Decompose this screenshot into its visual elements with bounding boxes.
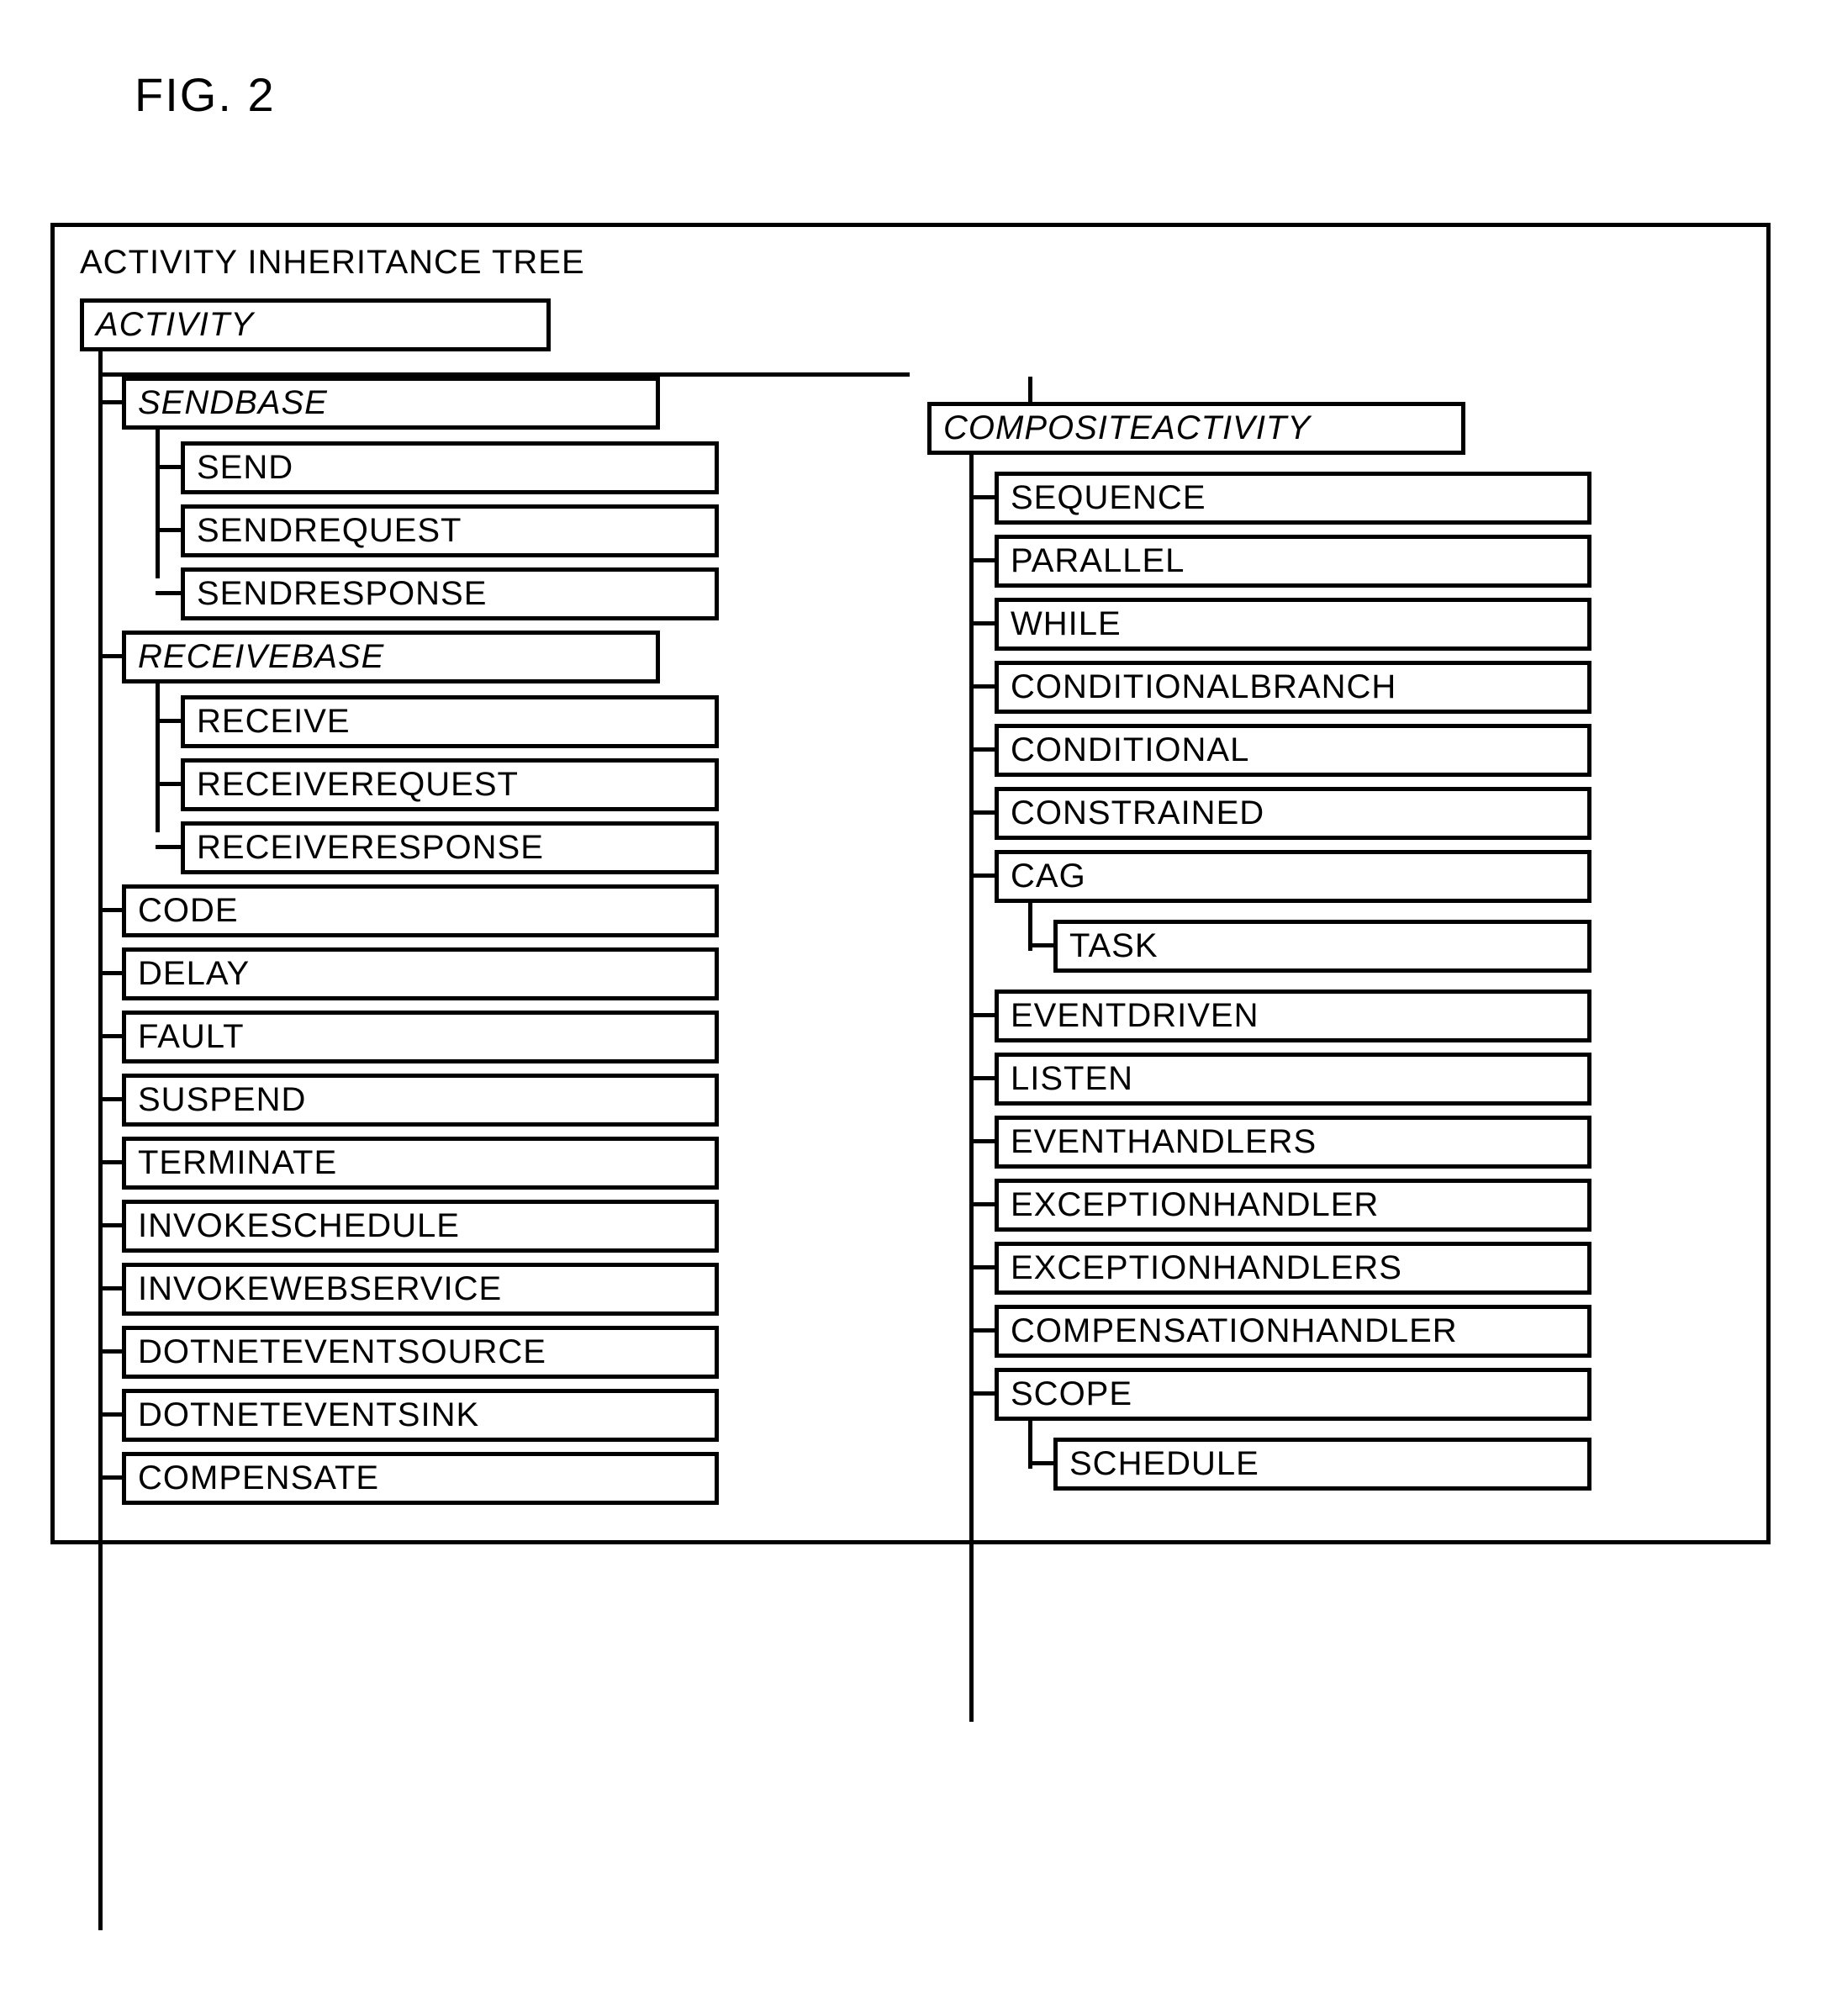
node-while: WHILE [995, 598, 1591, 651]
node-send: SEND [181, 441, 719, 494]
node-exceptionhandler: EXCEPTIONHANDLER [995, 1179, 1591, 1232]
node-conditionalbranch: CONDITIONALBRANCH [995, 661, 1591, 714]
node-activity: ACTIVITY [80, 298, 551, 351]
node-dotneteventsource: DOTNETEVENTSOURCE [122, 1326, 719, 1379]
node-dotneteventsink: DOTNETEVENTSINK [122, 1389, 719, 1442]
node-receivebase: RECEIVEBASE [122, 631, 660, 683]
node-invokeschedule: INVOKESCHEDULE [122, 1200, 719, 1253]
node-invokewebservice: INVOKEWEBSERVICE [122, 1263, 719, 1316]
node-receiveresponse: RECEIVERESPONSE [181, 821, 719, 874]
node-sequence: SEQUENCE [995, 472, 1591, 525]
diagram-container: ACTIVITY INHERITANCE TREE ACTIVITY SENDB… [50, 223, 1771, 1544]
right-column: COMPOSITEACTIVITY SEQUENCE PARALLEL WHIL… [927, 402, 1741, 1501]
node-delay: DELAY [122, 947, 719, 1000]
node-parallel: PARALLEL [995, 535, 1591, 588]
left-column: SENDBASE SEND SENDREQUEST SENDRESPONSE [80, 377, 894, 1515]
node-receiverequest: RECEIVEREQUEST [181, 758, 719, 811]
node-terminate: TERMINATE [122, 1137, 719, 1190]
node-conditional: CONDITIONAL [995, 724, 1591, 777]
node-schedule: SCHEDULE [1053, 1438, 1591, 1491]
node-compensationhandler: COMPENSATIONHANDLER [995, 1305, 1591, 1358]
node-suspend: SUSPEND [122, 1074, 719, 1127]
diagram-title: ACTIVITY INHERITANCE TREE [80, 244, 1741, 282]
node-receive: RECEIVE [181, 695, 719, 748]
node-sendrequest: SENDREQUEST [181, 504, 719, 557]
node-code: CODE [122, 884, 719, 937]
node-eventhandlers: EVENTHANDLERS [995, 1116, 1591, 1169]
node-listen: LISTEN [995, 1053, 1591, 1106]
node-fault: FAULT [122, 1011, 719, 1063]
node-task: TASK [1053, 920, 1591, 973]
node-exceptionhandlers: EXCEPTIONHANDLERS [995, 1242, 1591, 1295]
figure-label: FIG. 2 [135, 67, 1787, 122]
node-compensate: COMPENSATE [122, 1452, 719, 1505]
node-constrained: CONSTRAINED [995, 787, 1591, 840]
node-sendresponse: SENDRESPONSE [181, 567, 719, 620]
node-eventdriven: EVENTDRIVEN [995, 990, 1591, 1042]
node-sendbase: SENDBASE [122, 377, 660, 430]
node-scope: SCOPE [995, 1368, 1591, 1421]
node-cag: CAG [995, 850, 1591, 903]
node-compositeactivity: COMPOSITEACTIVITY [927, 402, 1465, 455]
